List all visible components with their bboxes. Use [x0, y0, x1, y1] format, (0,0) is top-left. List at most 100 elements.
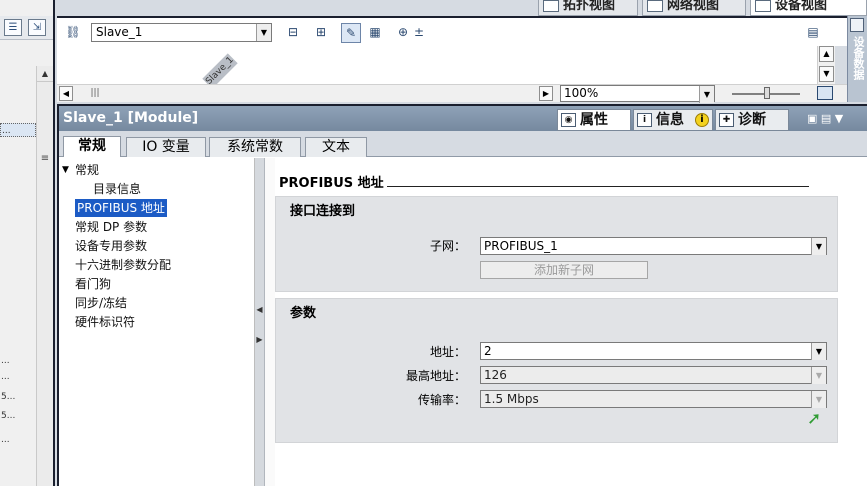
tab-label: 拓扑视图 — [563, 0, 616, 13]
section-divider — [387, 186, 809, 187]
baud-rate-select: 1.5 Mbps ▼ — [480, 390, 827, 408]
tab-io-tags[interactable]: IO 变量 — [126, 137, 206, 157]
info-badge-icon: i — [695, 113, 709, 127]
scroll-grip-icon[interactable]: ||| — [85, 87, 105, 100]
baud-rate-label: 传输率： — [417, 393, 466, 407]
left-list-item[interactable]: ... — [0, 433, 36, 447]
tree-node-hex-param-assignment[interactable]: 十六进制参数分配 — [75, 256, 171, 274]
device-select-value: Slave_1 — [96, 25, 143, 39]
inspector-title: Slave_1 [Module] — [63, 110, 199, 126]
scroll-down-icon[interactable]: ▼ — [819, 66, 834, 82]
sidepanel-label: 设备数据 — [852, 36, 865, 80]
zoom-slider[interactable] — [732, 87, 800, 99]
address-value: 2 — [484, 344, 492, 358]
go-to-network-arrow-icon[interactable]: ➚ — [807, 410, 825, 428]
expand-right-icon[interactable]: ▶ — [256, 332, 263, 348]
tab-topology-view[interactable]: 拓扑视图 — [538, 0, 638, 16]
show-name-icon[interactable]: ⊞ — [311, 23, 331, 43]
export-icon[interactable]: ⇲ — [28, 19, 46, 36]
tree-node-device-specific-params[interactable]: 设备专用参数 — [75, 237, 147, 255]
tab-texts[interactable]: 文本 — [305, 137, 367, 157]
panel-window-controls[interactable]: ▣ ▤ ▼ — [807, 112, 865, 126]
device-data-sidepanel[interactable]: 设备数据 — [847, 16, 867, 102]
edit-mode-icon[interactable]: ✎ — [341, 23, 361, 43]
highest-address-value: 126 — [484, 368, 507, 382]
list-view-icon[interactable]: ☰ — [4, 19, 22, 36]
tab-label: 信息 — [656, 112, 684, 128]
tab-device-view[interactable]: 设备视图 — [750, 0, 867, 16]
canvas-status-bar: ◀ ||| ▶ 100% ▼ — [57, 84, 847, 103]
scroll-grip-icon[interactable]: ≡ — [39, 152, 51, 166]
scroll-up-icon[interactable]: ▲ — [37, 66, 53, 82]
device-view-toolbar: ⛓ Slave_1 ▼ ⊟ ⊞ ✎ ▦ ⊕ ± ▤ — [57, 16, 847, 46]
left-scrollbar[interactable]: ▲ ≡ — [36, 66, 53, 486]
zoom-menu-icon[interactable]: ± — [409, 23, 429, 43]
left-list-item[interactable]: ... — [0, 354, 36, 368]
device-icon — [755, 0, 771, 12]
device-select[interactable]: Slave_1 ▼ — [91, 23, 272, 42]
diagnostics-icon: ✚ — [719, 113, 734, 127]
network-icon — [647, 0, 663, 12]
parameters-group: 参数 地址： 2 ▼ 最高地址： 126 ▼ 传输率： 1.5 Mbps ▼ — [275, 298, 838, 443]
chevron-down-icon[interactable]: ▼ — [699, 86, 714, 103]
chevron-down-icon[interactable]: ▼ — [811, 238, 826, 255]
address-select[interactable]: 2 ▼ — [480, 342, 827, 360]
inspector-header: Slave_1 [Module] ◉ 属性 i 信息 i ✚ 诊断 ▣ ▤ ▼ — [59, 106, 867, 131]
network-overview-icon[interactable]: ⛓ — [63, 23, 83, 43]
chevron-down-icon[interactable]: ▼ — [256, 24, 271, 41]
zoom-slider-thumb[interactable] — [764, 87, 770, 99]
inspector-panel: Slave_1 [Module] ◉ 属性 i 信息 i ✚ 诊断 ▣ ▤ ▼ … — [57, 104, 867, 486]
tab-properties[interactable]: ◉ 属性 — [557, 109, 631, 131]
tab-label: 设备视图 — [775, 0, 828, 13]
zoom-value: 100% — [564, 86, 599, 100]
tab-general[interactable]: 常规 — [63, 136, 121, 157]
scroll-left-icon[interactable]: ◀ — [59, 86, 73, 101]
tree-node-profibus-address[interactable]: PROFIBUS 地址 — [75, 199, 167, 217]
show-module-labels-icon[interactable]: ⊟ — [283, 23, 303, 43]
canvas-vertical-scrollbar[interactable]: ▲ ▼ — [817, 46, 835, 84]
panel-icon — [850, 18, 864, 32]
left-list-item[interactable]: ... — [0, 370, 36, 384]
left-list-item[interactable]: 5... — [0, 390, 36, 404]
tree-splitter[interactable]: ◀ ▶ — [255, 158, 265, 486]
tree-node-general[interactable]: 常规 — [75, 161, 99, 179]
left-list-item[interactable]: ... — [0, 123, 36, 137]
chevron-down-icon[interactable]: ▼ — [811, 343, 826, 360]
device-canvas[interactable]: Slave_1 — [57, 46, 817, 84]
scroll-right-icon[interactable]: ▶ — [539, 86, 553, 101]
grid-icon[interactable]: ▦ — [365, 23, 385, 43]
property-content: PROFIBUS 地址 接口连接到 子网： PROFIBUS_1 ▼ 添加新子网… — [275, 158, 867, 486]
address-label: 地址： — [429, 345, 466, 359]
slave-device-shape[interactable]: Slave_1 — [202, 53, 238, 84]
view-tab-bar: 拓扑视图 网络视图 设备视图 — [57, 0, 867, 16]
tree-node-watchdog[interactable]: 看门狗 — [75, 275, 111, 293]
left-project-panel: ☰ ⇲ ... ... ... 5... 5... ... ▲ ≡ — [0, 0, 55, 486]
tree-node-hardware-id[interactable]: 硬件标识符 — [75, 313, 135, 331]
tab-system-constants[interactable]: 系统常数 — [209, 137, 301, 157]
property-subtabs: 常规 IO 变量 系统常数 文本 — [59, 131, 867, 157]
tree-scrollbar[interactable] — [265, 158, 275, 486]
highest-address-label: 最高地址： — [405, 369, 466, 383]
tree-node-sync-freeze[interactable]: 同步/冻结 — [75, 294, 127, 312]
highest-address-select: 126 ▼ — [480, 366, 827, 384]
tree-node-general-dp-params[interactable]: 常规 DP 参数 — [75, 218, 147, 236]
subnet-select[interactable]: PROFIBUS_1 ▼ — [480, 237, 827, 255]
zoom-select[interactable]: 100% ▼ — [560, 85, 715, 103]
tab-label: 诊断 — [738, 112, 766, 128]
left-toolbar: ☰ ⇲ — [0, 16, 53, 40]
collapse-left-icon[interactable]: ◀ — [256, 302, 263, 318]
tab-diagnostics[interactable]: ✚ 诊断 — [715, 109, 789, 131]
tree-node-catalog-info[interactable]: 目录信息 — [93, 180, 141, 198]
scroll-up-icon[interactable]: ▲ — [819, 46, 834, 62]
info-icon: i — [637, 113, 652, 127]
navigator-icon[interactable] — [817, 86, 833, 100]
property-nav-tree: ▼ 常规 目录信息 PROFIBUS 地址 常规 DP 参数 设备专用参数 十六… — [59, 158, 255, 486]
chevron-down-icon: ▼ — [811, 391, 826, 408]
baud-rate-value: 1.5 Mbps — [484, 392, 539, 406]
tab-network-view[interactable]: 网络视图 — [642, 0, 746, 16]
left-list-item[interactable]: 5... — [0, 409, 36, 423]
section-title: PROFIBUS 地址 — [279, 176, 384, 191]
overview-pane-icon[interactable]: ▤ — [803, 23, 823, 43]
add-new-subnet-button[interactable]: 添加新子网 — [480, 261, 648, 279]
tree-expand-icon[interactable]: ▼ — [62, 164, 69, 176]
